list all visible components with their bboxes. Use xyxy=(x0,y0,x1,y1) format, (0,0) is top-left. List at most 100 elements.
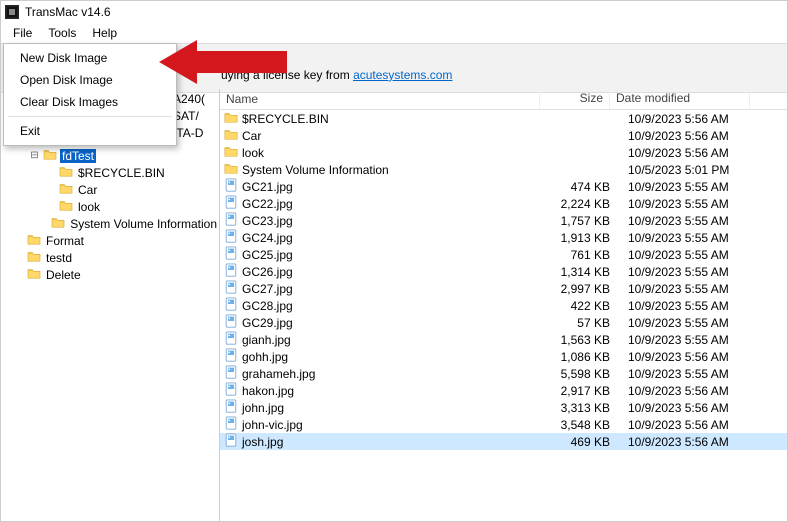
file-date: 10/9/2023 5:55 AM xyxy=(620,214,768,228)
file-date: 10/9/2023 5:55 AM xyxy=(620,282,768,296)
tree-item[interactable]: look xyxy=(1,198,219,215)
tree-item-label: Delete xyxy=(44,268,83,282)
menu-help[interactable]: Help xyxy=(84,24,125,42)
file-name: GC25.jpg xyxy=(242,248,293,262)
file-icon xyxy=(224,331,242,348)
list-row[interactable]: gianh.jpg1,563 KB10/9/2023 5:55 AM xyxy=(220,331,787,348)
tree-item-label: testd xyxy=(44,251,74,265)
file-size: 2,224 KB xyxy=(540,197,620,211)
list-row[interactable]: GC22.jpg 2,224 KB10/9/2023 5:55 AM xyxy=(220,195,787,212)
file-date: 10/9/2023 5:55 AM xyxy=(620,180,768,194)
file-name: GC22.jpg xyxy=(242,197,293,211)
col-header-name[interactable]: Name xyxy=(220,89,540,109)
file-size: 1,314 KB xyxy=(540,265,620,279)
folder-icon xyxy=(56,165,76,180)
tree-item-label: Car xyxy=(76,183,99,197)
content-area: ⊟fdTest$RECYCLE.BINCarlookSystem Volume … xyxy=(1,89,787,521)
file-date: 10/9/2023 5:55 AM xyxy=(620,333,768,347)
file-list[interactable]: $RECYCLE.BIN10/9/2023 5:56 AMCar10/9/202… xyxy=(220,110,787,521)
file-icon xyxy=(224,178,242,195)
peek-line: A240( xyxy=(173,91,205,108)
collapse-icon[interactable]: ⊟ xyxy=(29,150,40,161)
list-row[interactable]: GC28.jpg422 KB10/9/2023 5:55 AM xyxy=(220,297,787,314)
list-row[interactable]: GC27.jpg 2,997 KB10/9/2023 5:55 AM xyxy=(220,280,787,297)
file-icon xyxy=(224,433,242,450)
file-icon xyxy=(224,297,242,314)
file-date: 10/9/2023 5:55 AM xyxy=(620,316,768,330)
peek-line: ITA-D xyxy=(173,125,205,142)
file-icon xyxy=(224,399,242,416)
tree-item-label: Format xyxy=(44,234,86,248)
menu-new-disk-image[interactable]: New Disk Image xyxy=(6,47,174,69)
tree-item[interactable]: Format xyxy=(1,232,219,249)
file-name: gianh.jpg xyxy=(242,333,291,347)
file-size: 469 KB xyxy=(540,435,620,449)
menu-file[interactable]: File xyxy=(5,24,40,42)
banner-link[interactable]: acutesystems.com xyxy=(353,68,452,82)
file-date: 10/9/2023 5:55 AM xyxy=(620,197,768,211)
file-date: 10/5/2023 5:01 PM xyxy=(620,163,768,177)
file-icon xyxy=(224,263,242,280)
file-size: 474 KB xyxy=(540,180,620,194)
file-size: 5,598 KB xyxy=(540,367,620,381)
file-date: 10/9/2023 5:56 AM xyxy=(620,350,768,364)
file-date: 10/9/2023 5:56 AM xyxy=(620,112,768,126)
tree-item[interactable]: ⊟fdTest xyxy=(1,147,219,164)
list-row[interactable]: look10/9/2023 5:56 AM xyxy=(220,144,787,161)
list-row[interactable]: gohh.jpg1,086 KB10/9/2023 5:56 AM xyxy=(220,348,787,365)
list-row[interactable]: GC23.jpg1,757 KB10/9/2023 5:55 AM xyxy=(220,212,787,229)
tree-item[interactable]: System Volume Information xyxy=(1,215,219,232)
file-name: gohh.jpg xyxy=(242,350,288,364)
list-row[interactable]: System Volume Information 10/5/2023 5:01 … xyxy=(220,161,787,178)
list-row[interactable]: grahameh.jpg 5,598 KB10/9/2023 5:55 AM xyxy=(220,365,787,382)
tree-item[interactable]: Delete xyxy=(1,266,219,283)
file-name: grahameh.jpg xyxy=(242,367,315,381)
tree-item-label: look xyxy=(76,200,102,214)
col-header-date[interactable]: Date modified xyxy=(610,89,750,109)
list-row[interactable]: GC24.jpg1,913 KB10/9/2023 5:55 AM xyxy=(220,229,787,246)
list-row[interactable]: josh.jpg469 KB10/9/2023 5:56 AM xyxy=(220,433,787,450)
list-row[interactable]: john.jpg3,313 KB10/9/2023 5:56 AM xyxy=(220,399,787,416)
list-row[interactable]: GC26.jpg1,314 KB10/9/2023 5:55 AM xyxy=(220,263,787,280)
file-name: System Volume Information xyxy=(242,163,389,177)
obscured-tree-text: A240( SAT/ ITA-D xyxy=(173,91,205,142)
file-name: GC27.jpg xyxy=(242,282,293,296)
banner-text2: uying a license key from xyxy=(221,68,353,82)
file-name: GC28.jpg xyxy=(242,299,293,313)
app-title: TransMac v14.6 xyxy=(25,5,111,19)
file-menu-dropdown: New Disk Image Open Disk Image Clear Dis… xyxy=(3,43,177,146)
file-date: 10/9/2023 5:56 AM xyxy=(620,418,768,432)
list-header: Name Size Date modified xyxy=(220,89,787,110)
menu-exit[interactable]: Exit xyxy=(6,120,174,142)
file-size: 422 KB xyxy=(540,299,620,313)
list-row[interactable]: GC21.jpg474 KB10/9/2023 5:55 AM xyxy=(220,178,787,195)
file-size: 57 KB xyxy=(540,316,620,330)
file-icon xyxy=(224,348,242,365)
list-row[interactable]: GC29.jpg57 KB10/9/2023 5:55 AM xyxy=(220,314,787,331)
file-size: 2,997 KB xyxy=(540,282,620,296)
menubar: File Tools Help xyxy=(1,23,787,44)
file-icon xyxy=(224,314,242,331)
folder-tree[interactable]: ⊟fdTest$RECYCLE.BIN Car lookSystem Volume … xyxy=(1,89,220,521)
tree-item[interactable]: Car xyxy=(1,181,219,198)
col-header-size[interactable]: Size xyxy=(540,89,610,109)
banner-text: aluation: xyxy=(221,51,270,65)
file-icon xyxy=(224,416,242,433)
tree-item[interactable]: $RECYCLE.BIN xyxy=(1,164,219,181)
file-date: 10/9/2023 5:56 AM xyxy=(620,401,768,415)
menu-open-disk-image[interactable]: Open Disk Image xyxy=(6,69,174,91)
list-row[interactable]: john-vic.jpg3,548 KB10/9/2023 5:56 AM xyxy=(220,416,787,433)
list-row[interactable]: Car10/9/2023 5:56 AM xyxy=(220,127,787,144)
file-list-pane: Name Size Date modified $RECYCLE.BIN10/9… xyxy=(220,89,787,521)
file-size: 1,913 KB xyxy=(540,231,620,245)
tree-item[interactable]: testd xyxy=(1,249,219,266)
menu-clear-disk-images[interactable]: Clear Disk Images xyxy=(6,91,174,113)
banner-line1: aluation: 11 xyxy=(221,50,777,67)
peek-line: SAT/ xyxy=(173,108,205,125)
list-row[interactable]: GC25.jpg761 KB10/9/2023 5:55 AM xyxy=(220,246,787,263)
file-date: 10/9/2023 5:55 AM xyxy=(620,367,768,381)
list-row[interactable]: $RECYCLE.BIN10/9/2023 5:56 AM xyxy=(220,110,787,127)
menu-tools[interactable]: Tools xyxy=(40,24,84,42)
file-name: look xyxy=(242,146,264,160)
list-row[interactable]: hakon.jpg2,917 KB10/9/2023 5:56 AM xyxy=(220,382,787,399)
